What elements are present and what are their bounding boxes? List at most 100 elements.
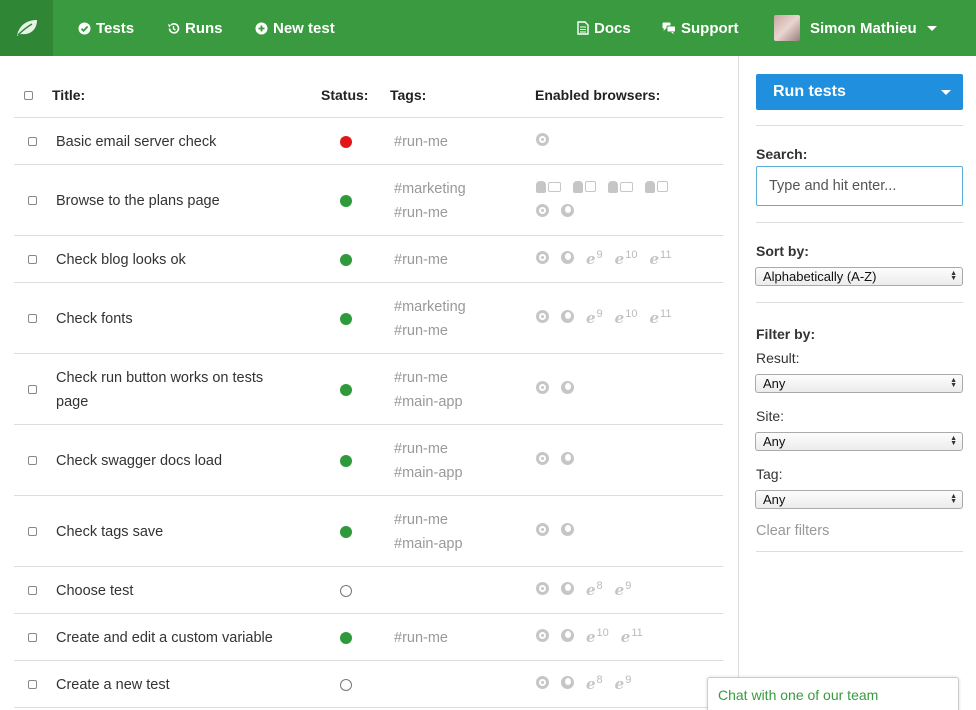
tag[interactable]: #main-app <box>394 532 463 556</box>
tag[interactable]: #run-me <box>394 366 463 390</box>
test-title[interactable]: Check tags save <box>56 520 296 544</box>
test-title[interactable]: Check swagger docs load <box>56 449 296 473</box>
test-title-line: page <box>56 393 89 410</box>
run-tests-button[interactable]: Run tests <box>756 74 963 110</box>
chat-widget[interactable]: Chat with one of our team <box>707 677 959 710</box>
row-checkbox[interactable] <box>28 313 37 323</box>
chrome-icon <box>536 523 549 536</box>
test-title-line: Browse to the plans page <box>56 192 220 209</box>
firefox-icon <box>561 629 574 642</box>
header-title[interactable]: Title: <box>52 87 85 103</box>
nav-new-test[interactable]: New test <box>255 0 335 56</box>
filter-site-label: Site: <box>756 408 785 424</box>
header-browsers[interactable]: Enabled browsers: <box>535 87 660 103</box>
nav-tests-label: Tests <box>96 19 135 37</box>
table-row[interactable]: Check run button works on tests page #run-… <box>14 354 723 425</box>
nav-docs-label: Docs <box>594 19 631 37</box>
clear-filters-link[interactable]: Clear filters <box>756 523 829 539</box>
search-input[interactable] <box>756 166 963 206</box>
tag[interactable]: #run-me <box>394 437 463 461</box>
tag[interactable]: #run-me <box>394 130 448 154</box>
test-title[interactable]: Check run button works on tests page <box>56 366 296 414</box>
status-none-icon <box>340 584 352 597</box>
ie-11-icon: e11 <box>649 249 672 268</box>
firefox-icon <box>561 582 574 595</box>
firefox-icon <box>561 310 574 323</box>
row-checkbox[interactable] <box>28 632 37 642</box>
logo[interactable] <box>0 0 53 56</box>
select-arrows-icon: ▲ ▼ <box>950 493 957 505</box>
test-title[interactable]: Create a new test <box>56 673 296 697</box>
table-header: Title: Status: Tags: Enabled browsers: <box>14 56 723 118</box>
test-title[interactable]: Choose test <box>56 579 296 603</box>
select-all-checkbox[interactable] <box>24 91 33 100</box>
sort-select-value: Alphabetically (A-Z) <box>763 269 877 284</box>
nav-tests[interactable]: Tests <box>78 0 134 56</box>
test-title[interactable]: Check fonts <box>56 307 296 331</box>
tag[interactable]: #marketing <box>394 177 466 201</box>
row-checkbox[interactable] <box>28 384 37 394</box>
table-row[interactable]: Browse to the plans page #marketing #run-m… <box>14 165 723 236</box>
ie-10-icon: e10 <box>614 308 638 327</box>
tag[interactable]: #run-me <box>394 626 448 650</box>
table-row[interactable]: Choose test e8 e9 <box>14 567 723 614</box>
select-arrows-icon: ▲ ▼ <box>950 377 957 389</box>
nav-runs-label: Runs <box>185 19 223 37</box>
table-row[interactable]: Create a new test e8 e9 <box>14 661 723 708</box>
ie-9-icon: e9 <box>614 580 632 599</box>
tag[interactable]: #marketing <box>394 295 466 319</box>
tag[interactable]: #main-app <box>394 390 463 414</box>
sort-label: Sort by: <box>756 243 809 259</box>
test-title[interactable]: Create and edit a custom variable <box>56 626 296 650</box>
test-title[interactable]: Check blog looks ok <box>56 248 296 272</box>
tag[interactable]: #run-me <box>394 508 463 532</box>
tag[interactable]: #run-me <box>394 201 466 225</box>
nav-docs[interactable]: Docs <box>577 0 631 56</box>
chrome-icon <box>536 676 549 689</box>
filter-tag-select[interactable]: Any ▲ ▼ <box>755 490 963 509</box>
row-checkbox[interactable] <box>28 195 37 205</box>
row-checkbox[interactable] <box>28 526 37 536</box>
ie-9-icon: e9 <box>614 674 632 693</box>
tag[interactable]: #run-me <box>394 248 448 272</box>
test-title[interactable]: Browse to the plans page <box>56 189 296 213</box>
test-title-line: Check swagger docs load <box>56 452 223 469</box>
test-title[interactable]: Basic email server check <box>56 130 296 154</box>
sort-select[interactable]: Alphabetically (A-Z) ▲ ▼ <box>755 267 963 286</box>
chrome-icon <box>536 452 549 465</box>
chevron-down-icon[interactable] <box>941 90 951 95</box>
row-checkbox[interactable] <box>28 455 37 465</box>
android-tablet-icon <box>608 180 633 193</box>
table-row[interactable]: Basic email server check #run-me <box>14 118 723 165</box>
table-row[interactable]: Check fonts #marketing #run-me e9 e10 e11 <box>14 283 723 354</box>
table-row[interactable]: Check swagger docs load #run-me #main-app <box>14 425 723 496</box>
table-row[interactable]: Check tags save #run-me #main-app <box>14 496 723 567</box>
header-tags[interactable]: Tags: <box>390 87 426 103</box>
table-row[interactable]: Create and edit a custom variable #run-me… <box>14 614 723 661</box>
ie-11-icon: e11 <box>620 627 643 646</box>
firefox-icon <box>561 452 574 465</box>
nav-support[interactable]: Support <box>662 0 739 56</box>
tag[interactable]: #main-app <box>394 461 463 485</box>
row-checkbox[interactable] <box>28 136 37 146</box>
chrome-icon <box>536 310 549 323</box>
status-pass-icon <box>340 253 352 266</box>
row-checkbox[interactable] <box>28 585 37 595</box>
tag-list: #run-me #main-app <box>394 366 463 414</box>
filter-site-select[interactable]: Any ▲ ▼ <box>755 432 963 451</box>
tag[interactable]: #run-me <box>394 319 466 343</box>
header-status[interactable]: Status: <box>321 87 368 103</box>
browser-list: e9 e10 e11 <box>536 246 726 270</box>
row-checkbox[interactable] <box>28 679 37 689</box>
chrome-icon <box>536 133 549 146</box>
row-checkbox[interactable] <box>28 254 37 264</box>
user-menu[interactable]: Simon Mathieu <box>774 0 937 56</box>
status-pass-icon <box>340 631 352 644</box>
table-row[interactable]: Check blog looks ok #run-me e9 e10 e11 <box>14 236 723 283</box>
nav-runs[interactable]: Runs <box>167 0 223 56</box>
history-icon <box>168 22 180 34</box>
filter-result-select[interactable]: Any ▲ ▼ <box>755 374 963 393</box>
tag-list: #run-me #main-app <box>394 437 463 485</box>
tag-list: #run-me <box>394 626 448 650</box>
top-nav: Tests Runs New test Docs Support Simon M… <box>0 0 976 56</box>
